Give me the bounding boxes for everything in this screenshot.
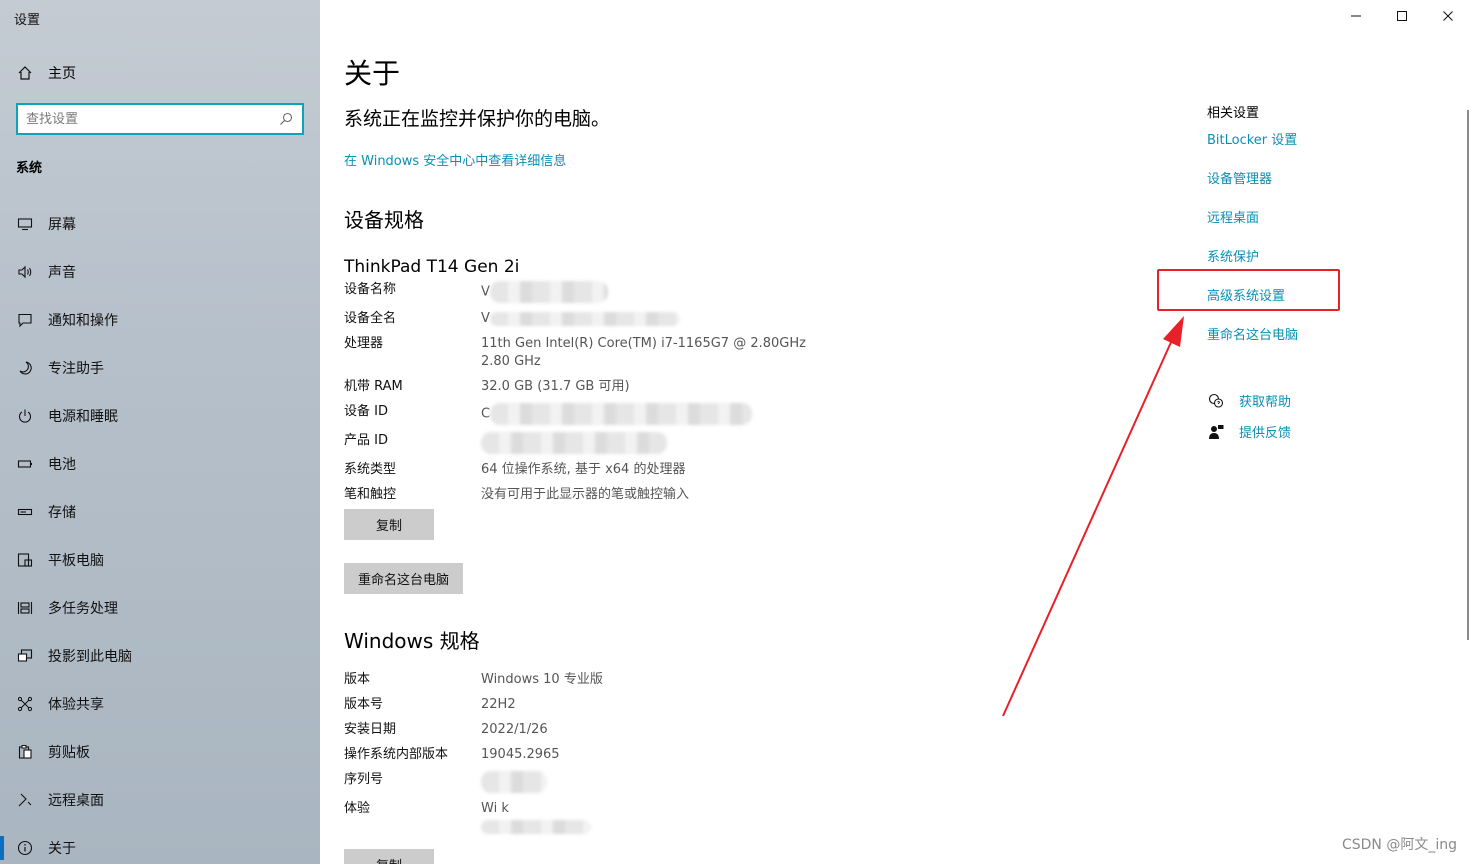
watermark-text: CSDN @阿文_ing [1341, 837, 1457, 853]
annotation-arrow [1002, 316, 1184, 717]
scrollbar[interactable] [1467, 110, 1469, 640]
